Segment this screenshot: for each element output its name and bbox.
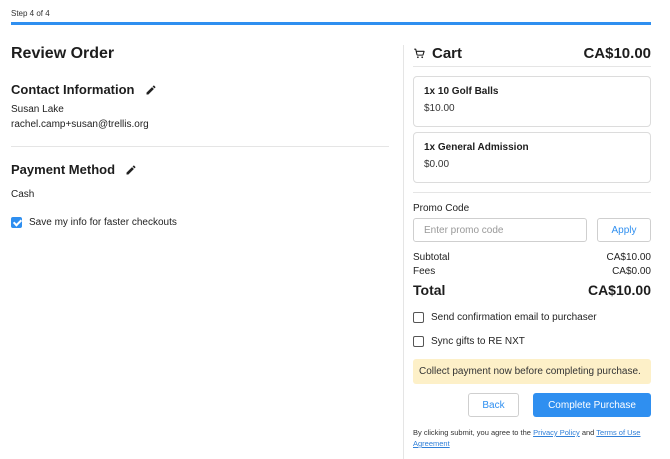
sync-gifts-row[interactable]: Sync gifts to RE NXT <box>413 336 525 347</box>
sync-gifts-label: Sync gifts to RE NXT <box>431 336 525 347</box>
contact-email: rachel.camp+susan@trellis.org <box>11 119 149 130</box>
fees-label: Fees <box>413 266 436 277</box>
send-email-row[interactable]: Send confirmation email to purchaser <box>413 312 597 323</box>
cart-total: CA$10.00 <box>583 45 651 62</box>
fees-row: Fees CA$0.00 <box>413 266 651 277</box>
step-label: Step 4 of 4 <box>11 9 50 18</box>
contact-name: Susan Lake <box>11 104 64 115</box>
fees-value: CA$0.00 <box>612 266 651 277</box>
back-button[interactable]: Back <box>468 393 519 417</box>
progress-bar <box>11 22 651 25</box>
cart-item: 1x 10 Golf Balls $10.00 <box>413 76 651 127</box>
sync-gifts-checkbox[interactable] <box>413 336 424 347</box>
privacy-policy-link[interactable]: Privacy Policy <box>533 428 580 437</box>
payment-notice: Collect payment now before completing pu… <box>413 359 651 384</box>
pencil-icon[interactable] <box>125 164 137 176</box>
page-title: Review Order <box>11 45 115 62</box>
total-row: Total CA$10.00 <box>413 282 651 298</box>
cart-item-price: $10.00 <box>424 103 455 114</box>
total-label: Total <box>413 282 446 298</box>
payment-title-text: Payment Method <box>11 162 116 177</box>
subtotal-label: Subtotal <box>413 252 450 263</box>
apply-button[interactable]: Apply <box>597 218 651 242</box>
cart-item-name: 1x 10 Golf Balls <box>424 86 499 97</box>
cart-item-price: $0.00 <box>424 159 450 170</box>
terms-prefix: By clicking submit, you agree to the <box>413 428 534 437</box>
complete-purchase-button[interactable]: Complete Purchase <box>533 393 651 417</box>
terms-text: By clicking submit, you agree to the Pri… <box>413 427 651 449</box>
send-email-checkbox[interactable] <box>413 312 424 323</box>
subtotal-row: Subtotal CA$10.00 <box>413 252 651 263</box>
promo-input[interactable] <box>413 218 587 242</box>
cart-title: Cart <box>432 45 463 62</box>
vertical-divider <box>403 45 404 459</box>
contact-section-title: Contact Information <box>11 82 157 97</box>
terms-and: and <box>579 428 597 437</box>
contact-title-text: Contact Information <box>11 82 135 97</box>
cart-icon <box>414 48 425 59</box>
left-divider <box>11 146 389 147</box>
save-info-checkbox[interactable] <box>11 217 22 228</box>
pencil-icon[interactable] <box>145 84 157 96</box>
cart-divider <box>413 66 651 67</box>
total-value: CA$10.00 <box>587 282 651 298</box>
cart-item-name: 1x General Admission <box>424 142 529 153</box>
payment-method: Cash <box>11 189 35 200</box>
promo-label: Promo Code <box>413 203 470 214</box>
payment-section-title: Payment Method <box>11 162 137 177</box>
save-info-label: Save my info for faster checkouts <box>29 217 177 228</box>
cart-item: 1x General Admission $0.00 <box>413 132 651 183</box>
cart-divider <box>413 192 651 193</box>
cart-header: Cart CA$10.00 <box>413 45 651 62</box>
subtotal-value: CA$10.00 <box>606 252 651 263</box>
send-email-label: Send confirmation email to purchaser <box>431 312 597 323</box>
save-info-row[interactable]: Save my info for faster checkouts <box>11 217 177 228</box>
